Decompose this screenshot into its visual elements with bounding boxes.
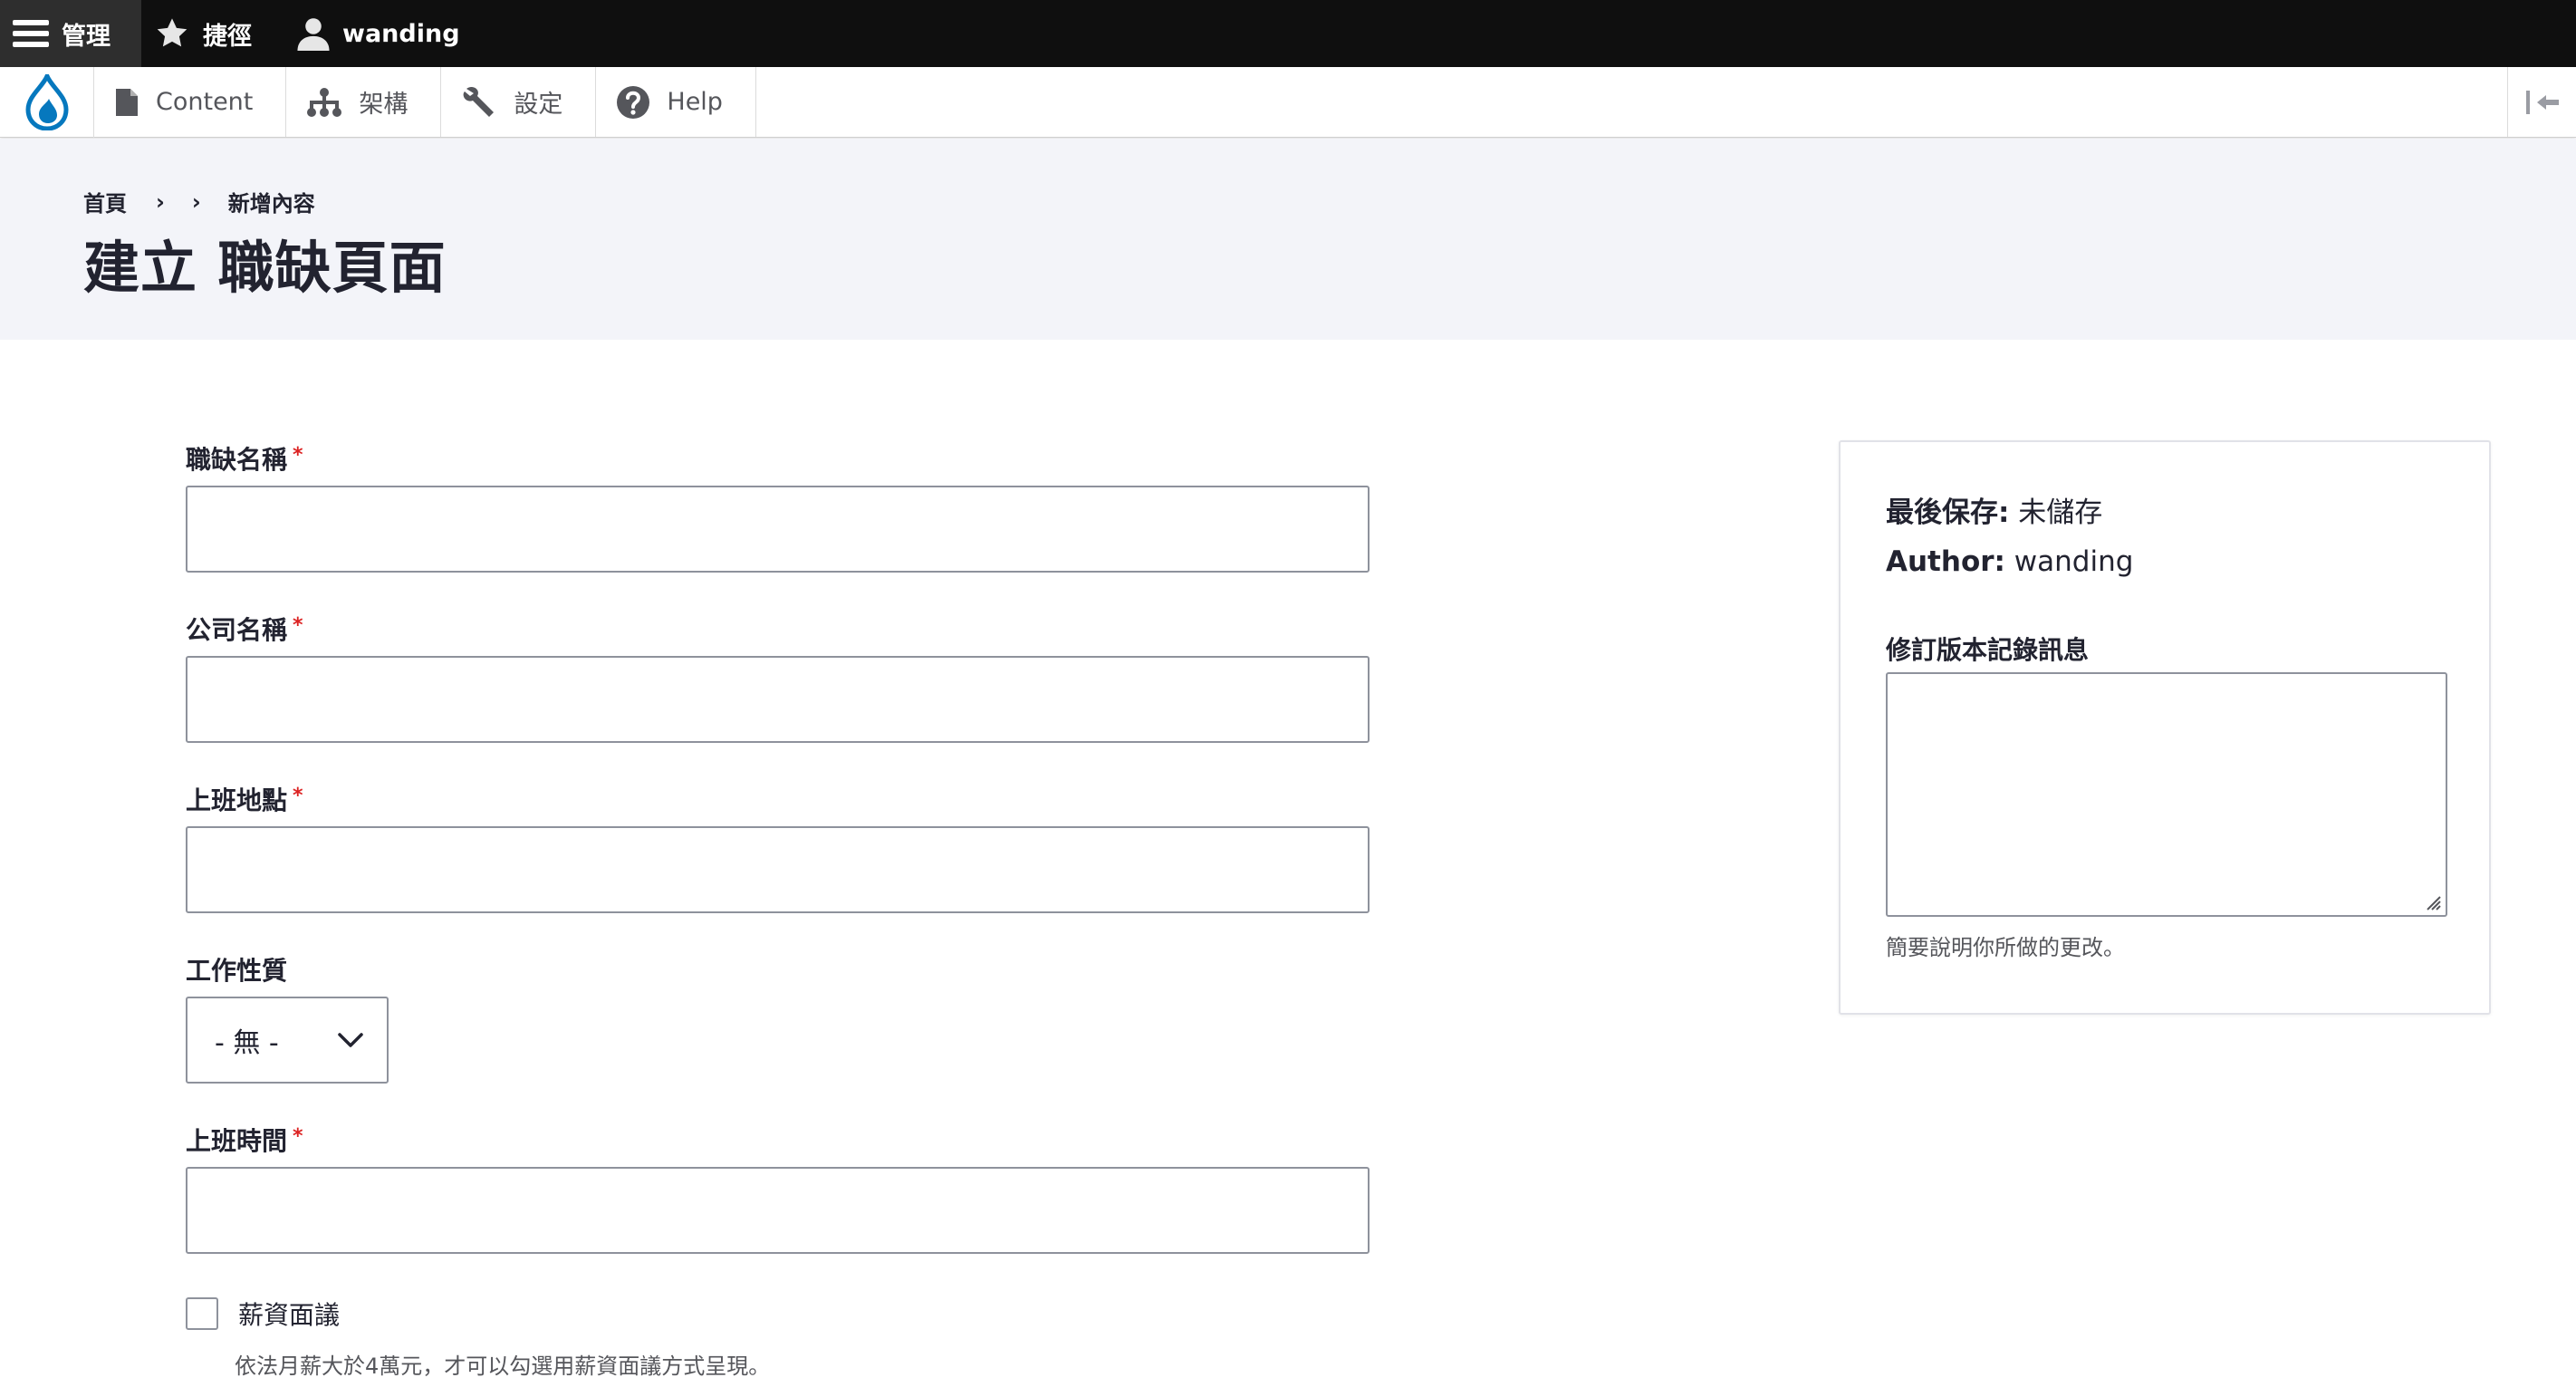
company-label: 公司名稱 *: [186, 611, 1370, 647]
field-label-text: 上班時間: [186, 1126, 288, 1156]
revision-log-description: 簡要說明你所做的更改。: [1886, 935, 2125, 960]
location-field: 上班地點 *: [186, 781, 1370, 913]
required-mark: *: [293, 784, 303, 807]
tray-item-label: 架構: [359, 91, 409, 119]
manage-label: 管理: [62, 22, 111, 51]
breadcrumb-home-link[interactable]: 首頁: [83, 186, 127, 217]
field-label-text: 上班地點: [186, 785, 288, 815]
admin-toolbar: 管理 捷徑 wanding: [0, 0, 2576, 67]
salary-negotiable-checkbox[interactable]: [186, 1297, 218, 1330]
page-title: 建立 職缺頁面: [83, 235, 447, 301]
location-input[interactable]: [186, 826, 1370, 913]
tray-item-configuration[interactable]: 設定: [441, 67, 597, 137]
tray-item-help[interactable]: Help: [596, 67, 756, 137]
work-hours-label: 上班時間 *: [186, 1122, 1370, 1158]
company-input[interactable]: [186, 656, 1370, 743]
field-label-text: 工作性質: [186, 956, 288, 986]
user-icon: [297, 18, 330, 51]
revision-log-textarea[interactable]: [1886, 672, 2447, 917]
job-type-selected-value: - 無 -: [215, 1027, 279, 1059]
job-title-field: 職缺名稱 *: [186, 440, 1370, 573]
author-label: Author:: [1886, 545, 2005, 578]
tray-spacer: [756, 67, 2507, 137]
sitemap-icon: [307, 87, 342, 117]
location-label: 上班地點 *: [186, 781, 1370, 817]
job-title-input[interactable]: [186, 486, 1370, 573]
chevron-down-icon: [338, 1033, 363, 1047]
job-type-label: 工作性質: [186, 951, 389, 988]
admin-tray: Content 架構 設定 Help: [0, 67, 2576, 138]
home-logo-link[interactable]: [0, 67, 94, 138]
required-mark: *: [293, 443, 303, 467]
work-hours-input[interactable]: [186, 1167, 1370, 1254]
required-mark: *: [293, 1124, 303, 1148]
author-value: wanding: [2014, 545, 2134, 578]
star-icon: [157, 18, 187, 47]
job-title-label: 職缺名稱 *: [186, 440, 1370, 477]
shortcuts-button[interactable]: 捷徑: [141, 0, 270, 67]
breadcrumb-separator: ›: [191, 188, 201, 215]
breadcrumb-add-content-link[interactable]: 新增內容: [228, 186, 315, 217]
last-saved-label: 最後保存:: [1886, 496, 2010, 529]
last-saved-value: 未儲存: [2018, 496, 2103, 529]
job-type-field: 工作性質 - 無 -: [186, 951, 389, 1084]
salary-negotiable-field: 薪資面議: [186, 1296, 340, 1332]
salary-negotiable-description: 依法月薪大於4萬元，才可以勾選用薪資面議方式呈現。: [235, 1354, 771, 1379]
entity-meta-box: 最後保存: 未儲存 Author: wanding 修訂版本記錄訊息 簡要說明你…: [1839, 440, 2491, 1015]
user-label: wanding: [342, 19, 460, 48]
company-field: 公司名稱 *: [186, 611, 1370, 743]
drupal-drop-icon: [24, 74, 69, 130]
breadcrumb-separator: ›: [156, 188, 165, 215]
field-label-text: 公司名稱: [186, 615, 288, 645]
document-icon: [116, 88, 138, 116]
revision-log-label: 修訂版本記錄訊息: [1886, 635, 2090, 665]
tray-item-label: 設定: [514, 91, 563, 119]
tray-item-content[interactable]: Content: [94, 67, 287, 137]
user-menu-button[interactable]: wanding: [270, 0, 478, 67]
breadcrumb: 首頁 › › 新增內容: [83, 186, 315, 217]
required-mark: *: [293, 613, 303, 637]
tray-item-structure[interactable]: 架構: [286, 67, 442, 137]
menu-icon: [13, 20, 49, 47]
collapse-tray-button[interactable]: [2507, 67, 2576, 137]
help-icon: [617, 85, 650, 119]
collapse-tray-icon: [2525, 90, 2559, 114]
author-line: Author: wanding: [1886, 545, 2133, 578]
wrench-icon: [463, 86, 495, 117]
manage-menu-button[interactable]: 管理: [0, 0, 141, 67]
field-label-text: 職缺名稱: [186, 445, 288, 475]
job-type-select[interactable]: - 無 -: [186, 997, 389, 1084]
work-hours-field: 上班時間 *: [186, 1122, 1370, 1254]
tray-item-label: Content: [156, 88, 254, 116]
tray-item-label: Help: [667, 88, 723, 116]
salary-negotiable-label[interactable]: 薪資面議: [238, 1296, 340, 1332]
page-header: 首頁 › › 新增內容 建立 職缺頁面: [0, 139, 2576, 340]
resize-grip-icon[interactable]: [2422, 891, 2442, 911]
shortcuts-label: 捷徑: [203, 22, 252, 51]
last-saved-line: 最後保存: 未儲存: [1886, 489, 2102, 530]
